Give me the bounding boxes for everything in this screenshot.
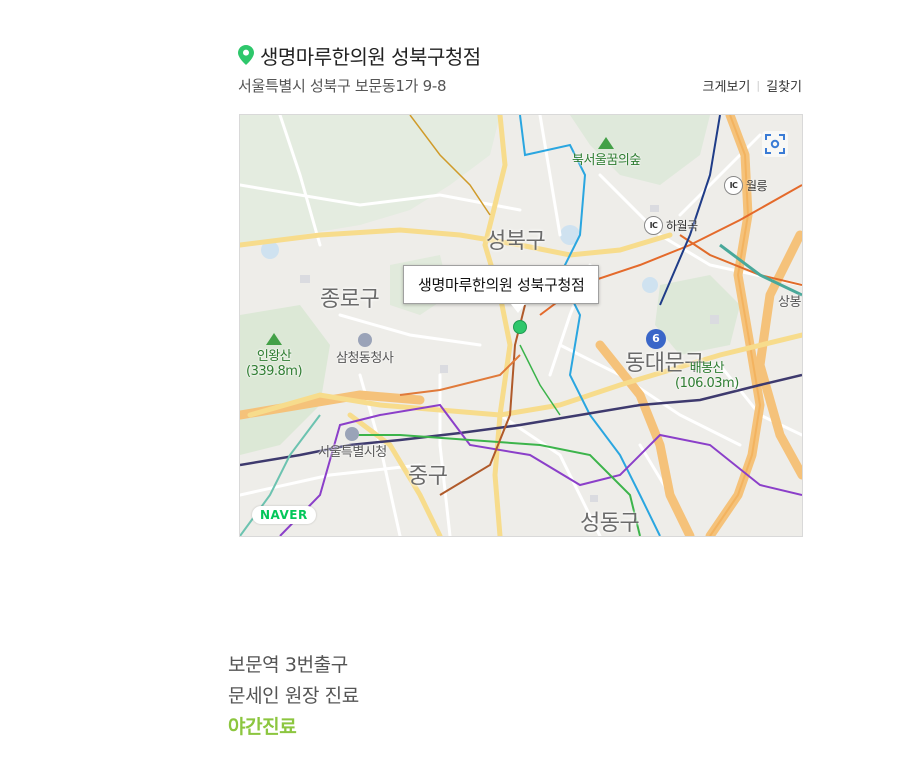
label-seongdong-gu: 성동구: [580, 511, 640, 536]
capture-button[interactable]: [762, 131, 788, 157]
highway-badge: 6: [646, 329, 666, 349]
place-address: 서울특별시 성북구 보문동1가 9-8: [238, 76, 447, 95]
directions-link[interactable]: 길찾기: [766, 76, 802, 95]
place-header: 생명마루한의원 성북구청점 서울특별시 성북구 보문동1가 9-8 크게보기 |…: [238, 40, 802, 96]
poi-city-hall: 서울특별시청: [318, 427, 387, 460]
poi-baebongsan: 배봉산 (106.03m): [675, 361, 739, 391]
location-marker[interactable]: [513, 320, 527, 334]
map-view[interactable]: 성북구 종로구 동대문구 중구 성동구 삼청동청사 서울특별시청 북서울꿈의숲 …: [239, 114, 803, 537]
government-building-icon: [357, 333, 372, 347]
poi-bukseoul-forest: 북서울꿈의숲: [572, 137, 641, 168]
notes: 보문역 3번출구 문세인 원장 진료 야간진료: [228, 650, 359, 743]
poi-samcheong: 삼청동청사: [336, 333, 394, 366]
link-separator: |: [756, 78, 761, 92]
address-row: 서울특별시 성북구 보문동1가 9-8 크게보기 | 길찾기: [238, 74, 802, 96]
enlarge-map-link[interactable]: 크게보기: [703, 76, 751, 95]
ic-wolleung: IC 월릉: [724, 176, 768, 195]
callout-tail: [511, 304, 525, 313]
poi-inwangsan: 인왕산 (339.8m): [246, 333, 303, 379]
place-title: 생명마루한의원 성북구청점: [260, 44, 481, 69]
note-subway: 보문역 3번출구: [228, 654, 348, 676]
label-jongno-gu: 종로구: [320, 287, 380, 312]
label-sangbong: 상봉: [778, 295, 801, 310]
title-row: 생명마루한의원 성북구청점: [238, 40, 802, 70]
note-night-clinic: 야간진료: [228, 716, 297, 738]
screenshot-icon: [764, 133, 786, 155]
government-building-icon: [345, 427, 360, 441]
label-seongbuk-gu: 성북구: [486, 229, 546, 254]
interchange-icon: IC: [644, 216, 663, 235]
mountain-icon: [598, 137, 615, 149]
ic-hawolgok: IC 하월곡: [644, 216, 698, 235]
interchange-icon: IC: [724, 176, 743, 195]
note-doctor: 문세인 원장 진료: [228, 685, 359, 707]
location-pin-icon: [238, 45, 254, 65]
map-callout[interactable]: 생명마루한의원 성북구청점: [403, 265, 600, 304]
naver-logo: NAVER: [252, 506, 316, 524]
mountain-icon: [266, 333, 283, 345]
map-links: 크게보기 | 길찾기: [703, 76, 802, 95]
label-jung-gu: 중구: [408, 464, 448, 489]
